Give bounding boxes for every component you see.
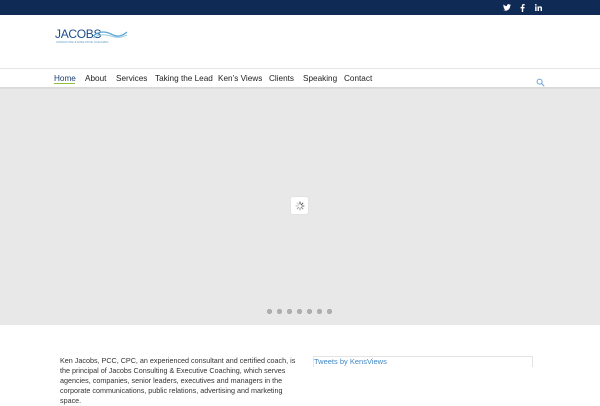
top-bar: [0, 0, 600, 15]
nav-item-clients[interactable]: Clients: [269, 69, 294, 88]
tweets-link[interactable]: Tweets by KensViews: [314, 357, 387, 367]
slider-dot[interactable]: [317, 309, 322, 314]
nav-item-taking-the-lead[interactable]: Taking the Lead: [155, 69, 213, 88]
slider-dot[interactable]: [287, 309, 292, 314]
nav-item-home[interactable]: Home: [54, 69, 76, 88]
logo-tagline: CONSULTING & EXECUTIVE COACHING: [56, 41, 109, 44]
slider-dot[interactable]: [267, 309, 272, 314]
slider-pagination: [267, 309, 337, 315]
slider-dot[interactable]: [277, 309, 282, 314]
loading-spinner-icon: [291, 197, 308, 214]
nav-item-about[interactable]: About: [85, 69, 106, 88]
nav-item-kens-views[interactable]: Ken’s Views: [218, 69, 262, 88]
nav-item-services[interactable]: Services: [116, 69, 147, 88]
active-nav-indicator: [54, 83, 75, 84]
nav-item-contact[interactable]: Contact: [344, 69, 372, 88]
slider-dot[interactable]: [327, 309, 332, 314]
main-nav: Home About Services Taking the Lead Ken’…: [0, 68, 600, 88]
bio-text: Ken Jacobs, PCC, CPC, an experienced con…: [60, 356, 296, 405]
linkedin-icon[interactable]: [530, 0, 546, 15]
slider-dot[interactable]: [297, 309, 302, 314]
slider-dot[interactable]: [307, 309, 312, 314]
twitter-icon[interactable]: [499, 0, 515, 15]
wave-icon: [93, 31, 127, 39]
jacobs-logo[interactable]: JACOBS CONSULTING & EXECUTIVE COACHING: [55, 28, 127, 48]
nav-item-speaking[interactable]: Speaking: [303, 69, 337, 88]
search-icon[interactable]: [536, 74, 545, 87]
facebook-icon[interactable]: [514, 0, 530, 15]
